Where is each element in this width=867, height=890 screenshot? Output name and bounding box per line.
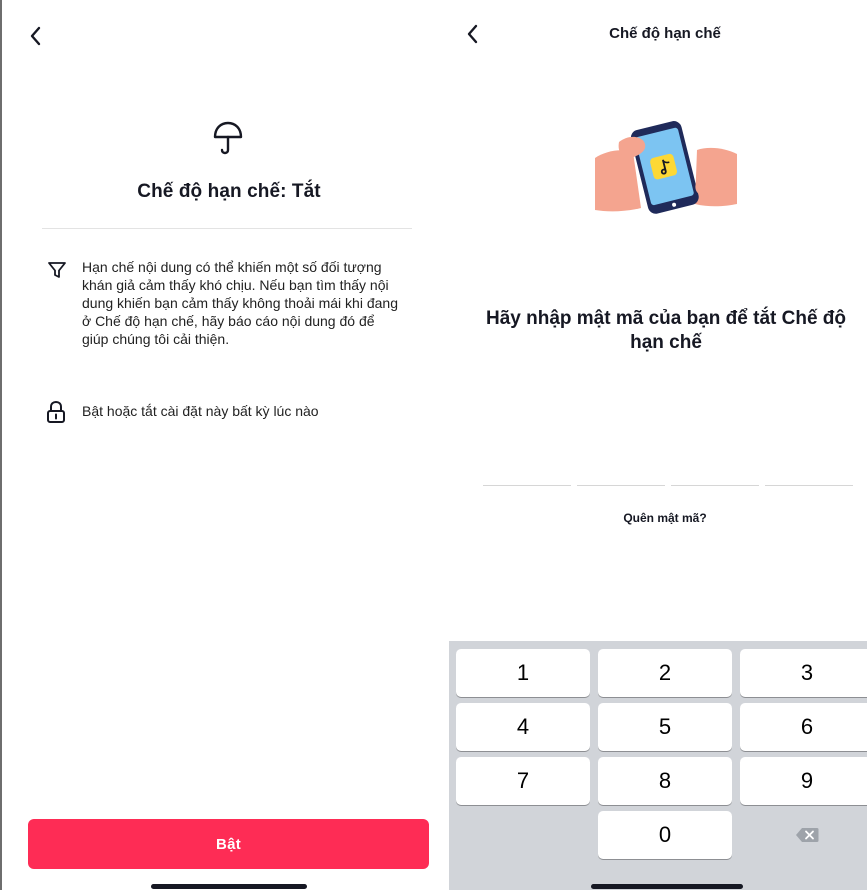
phone-in-hands-illustration <box>593 118 739 214</box>
restriction-description: Hạn chế nội dung có thể khiến một số đối… <box>82 259 398 347</box>
forgot-passcode-link[interactable]: Quên mật mã? <box>560 511 770 525</box>
filter-icon <box>47 260 67 280</box>
keypad-key-2[interactable]: 2 <box>598 649 732 697</box>
passcode-digit-slot-2[interactable] <box>577 485 665 486</box>
home-indicator <box>591 884 743 889</box>
keypad-key-4[interactable]: 4 <box>456 703 590 751</box>
lock-icon <box>46 400 66 424</box>
keypad-key-7[interactable]: 7 <box>456 757 590 805</box>
passcode-digit-slot-3[interactable] <box>671 485 759 486</box>
chevron-left-icon <box>467 24 478 44</box>
keypad-key-3[interactable]: 3 <box>740 649 867 697</box>
section-divider <box>42 228 412 229</box>
home-indicator <box>151 884 307 889</box>
back-button[interactable] <box>463 22 485 46</box>
backspace-icon <box>796 828 819 842</box>
keypad-key-9[interactable]: 9 <box>740 757 867 805</box>
keypad-key-1[interactable]: 1 <box>456 649 590 697</box>
keypad-key-8[interactable]: 8 <box>598 757 732 805</box>
header-title: Chế độ hạn chế <box>609 25 721 42</box>
passcode-digit-slot-4[interactable] <box>765 485 853 486</box>
passcode-prompt-heading: Hãy nhập mật mã của bạn để tắt Chế độ hạ… <box>485 308 847 353</box>
passcode-digit-slot-1[interactable] <box>483 485 571 486</box>
back-button[interactable] <box>26 24 48 48</box>
enable-restricted-mode-button[interactable]: Bật <box>28 819 429 869</box>
keypad-key-6[interactable]: 6 <box>740 703 867 751</box>
chevron-left-icon <box>30 26 41 46</box>
keypad-key-0[interactable]: 0 <box>598 811 732 859</box>
restricted-mode-status-title: Chế độ hạn chế: Tắt <box>137 181 321 202</box>
screen-edge-divider <box>0 0 2 890</box>
keypad-key-5[interactable]: 5 <box>598 703 732 751</box>
numeric-keypad: 1 2 3 4 5 6 7 8 9 0 <box>449 641 867 890</box>
keypad-delete-key[interactable] <box>740 811 867 859</box>
umbrella-icon <box>213 121 243 157</box>
toggle-anytime-description: Bật hoặc tắt cài đặt này bất kỳ lúc nào <box>82 403 319 419</box>
